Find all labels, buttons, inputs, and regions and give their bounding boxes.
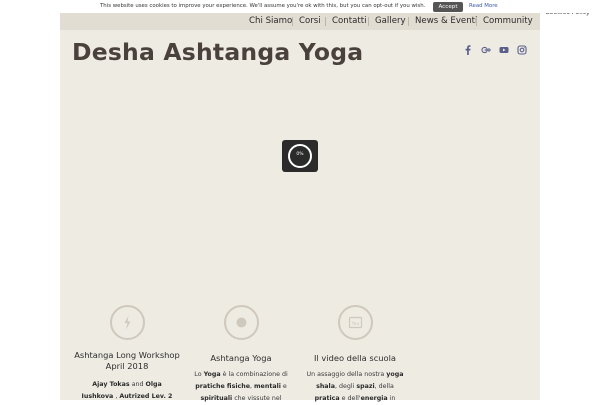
- youtube-icon[interactable]: [499, 45, 509, 55]
- site-title[interactable]: Desha Ashtanga Yoga: [72, 38, 363, 66]
- nav-divider: [292, 17, 293, 26]
- lightning-icon: [110, 305, 145, 340]
- text-strong: Olga: [145, 381, 162, 388]
- page-container: Chi Siamo Corsi Contatti Gallery News & …: [60, 13, 540, 403]
- text-plain: è la combinazione di: [220, 371, 288, 378]
- text-strong: pratiche fisiche: [195, 383, 250, 390]
- text-strong: pratica: [314, 395, 340, 402]
- text-strong: Iushkova: [81, 393, 114, 400]
- text-plain: , della: [374, 383, 394, 390]
- nav-divider: [408, 17, 409, 26]
- cookie-accept-button[interactable]: Accept: [433, 2, 463, 12]
- nav-divider: [325, 17, 326, 26]
- text-plain: , degli: [334, 383, 357, 390]
- text-plain: Un assaggio della nostra: [306, 371, 387, 378]
- text-strong: spirituali: [200, 395, 233, 402]
- feature-title-ashtanga[interactable]: Ashtanga Yoga: [176, 353, 306, 364]
- nav-item-chi-siamo[interactable]: Chi Siamo: [249, 16, 292, 26]
- feature-title-workshop[interactable]: Ashtanga Long Workshop April 2018: [62, 350, 192, 372]
- text-plain: e dell': [339, 395, 361, 402]
- text-plain: che vissute nel: [232, 395, 282, 402]
- nav-item-news-eventi[interactable]: News & Eventi: [415, 16, 477, 26]
- text-strong: Ajay Tokas: [92, 381, 130, 388]
- text-strong: energia: [360, 395, 388, 402]
- youtube-icon: You: [338, 305, 373, 340]
- cookie-message: This website uses cookies to improve you…: [100, 3, 426, 9]
- loading-spinner: 0%: [282, 140, 318, 172]
- nav-divider: [476, 17, 477, 26]
- main-navbar: Chi Siamo Corsi Contatti Gallery News & …: [60, 13, 540, 30]
- text-strong: yoga: [386, 371, 404, 378]
- text-plain: in: [387, 395, 396, 402]
- instagram-icon[interactable]: [517, 45, 527, 55]
- text-strong: Autrized Lev. 2: [119, 393, 173, 400]
- svg-text:You: You: [351, 321, 360, 327]
- nav-item-gallery[interactable]: Gallery: [375, 16, 406, 26]
- text-plain: and: [129, 381, 146, 388]
- nav-item-contatti[interactable]: Contatti: [332, 16, 366, 26]
- text-plain: e: [280, 383, 287, 390]
- text-strong: mentali: [254, 383, 281, 390]
- cookie-bar: This website uses cookies to improve you…: [0, 0, 600, 13]
- feature-title-video[interactable]: Il video della scuola: [290, 353, 420, 364]
- google-plus-icon[interactable]: [481, 45, 491, 55]
- text-plain: Lo: [194, 371, 204, 378]
- text-strong: spazi: [356, 383, 375, 390]
- cookie-read-more-link[interactable]: Read More: [469, 3, 498, 9]
- feature-title-line: Ashtanga Long Workshop: [74, 350, 180, 360]
- text-strong: shala: [316, 383, 335, 390]
- circle-icon: [224, 305, 259, 340]
- nav-item-community[interactable]: Community: [483, 16, 533, 26]
- loading-percent: 0%: [296, 152, 304, 157]
- feature-title-line: April 2018: [105, 361, 149, 371]
- facebook-icon[interactable]: [463, 45, 473, 55]
- text-strong: Yoga: [203, 371, 221, 378]
- nav-item-corsi[interactable]: Corsi: [299, 16, 321, 26]
- feature-text-workshop: Ajay Tokas and Olga Iushkova , Autrized …: [62, 379, 192, 403]
- nav-divider: [368, 17, 369, 26]
